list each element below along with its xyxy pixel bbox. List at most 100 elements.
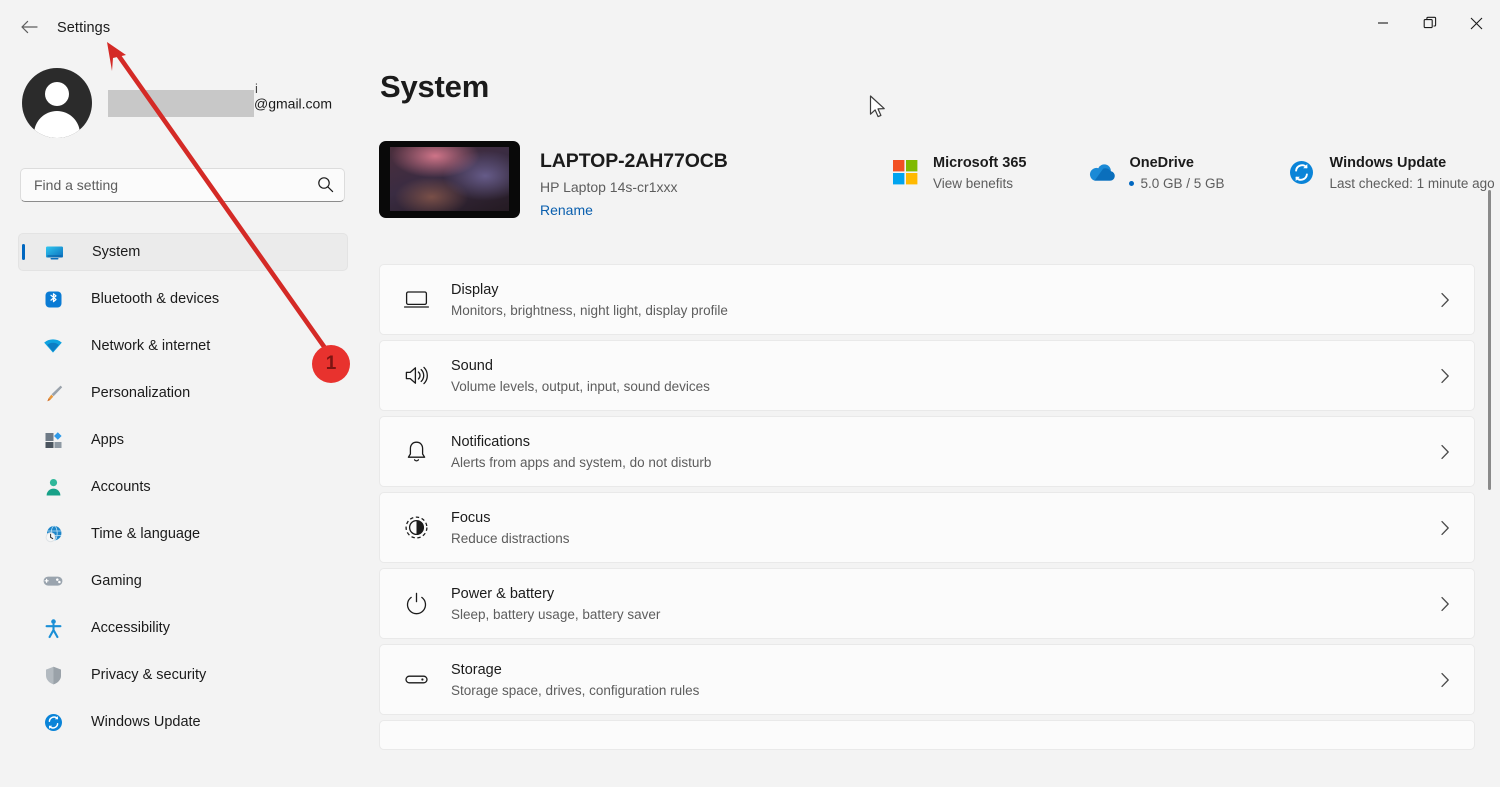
restore-button[interactable] (1406, 0, 1453, 46)
sidebar-item-label: Accessibility (91, 620, 170, 636)
laptop-wallpaper-thumbnail (379, 141, 520, 218)
status-card-subtitle: 5.0 GB / 5 GB (1129, 176, 1225, 191)
sync-refresh-icon (42, 711, 64, 733)
scrollbar-thumb[interactable] (1488, 190, 1491, 490)
sidebar-item-gaming[interactable]: Gaming (18, 562, 348, 600)
search-input[interactable] (20, 168, 345, 202)
main-content: System LAPTOP-2AH77OCB HP Laptop 14s-cr1… (366, 46, 1500, 787)
wifi-icon (42, 335, 64, 357)
redacted-name-block: i (108, 81, 258, 117)
chevron-right-icon (1440, 292, 1450, 313)
status-card-windows-update[interactable]: Windows Update Last checked: 1 minute ag… (1287, 154, 1495, 191)
sidebar-item-label: Network & internet (91, 338, 211, 354)
window-controls (1359, 0, 1500, 46)
minimize-icon (1377, 22, 1388, 24)
search-container (20, 168, 345, 202)
scrollbar[interactable] (1484, 134, 1496, 787)
shield-icon (42, 664, 64, 686)
sidebar-item-apps[interactable]: Apps (18, 421, 348, 459)
device-model: HP Laptop 14s-cr1xxx (540, 179, 678, 195)
sidebar-item-network-internet[interactable]: Network & internet (18, 327, 348, 365)
settings-row-focus[interactable]: Focus Reduce distractions (379, 492, 1475, 563)
back-button[interactable] (14, 14, 44, 40)
title-bar: Settings (0, 0, 1500, 46)
app-title: Settings (57, 20, 111, 36)
account-name-fragment: i (255, 80, 258, 96)
sidebar-item-bluetooth-devices[interactable]: Bluetooth & devices (18, 280, 348, 318)
sidebar-item-label: Time & language (91, 526, 201, 542)
sidebar-item-time-language[interactable]: Time & language (18, 515, 348, 553)
rename-link[interactable]: Rename (540, 202, 593, 218)
settings-row-title: Power & battery (451, 585, 555, 602)
sidebar-item-label: System (92, 244, 141, 260)
sidebar-item-accounts[interactable]: Accounts (18, 468, 348, 506)
sync-refresh-icon (1287, 158, 1317, 188)
sidebar-item-label: Gaming (91, 573, 142, 589)
settings-row-subtitle: Monitors, brightness, night light, displ… (451, 302, 728, 318)
focus-circle-icon (402, 514, 430, 542)
settings-row-sound[interactable]: Sound Volume levels, output, input, soun… (379, 340, 1475, 411)
bluetooth-icon (42, 288, 64, 310)
minimize-button[interactable] (1359, 0, 1406, 46)
settings-row-subtitle: Volume levels, output, input, sound devi… (451, 378, 710, 394)
bell-icon (402, 438, 430, 466)
settings-row-title: Storage (451, 661, 502, 678)
status-card-microsoft-365[interactable]: Microsoft 365 View benefits (890, 154, 1026, 191)
settings-list: Display Monitors, brightness, night ligh… (379, 264, 1475, 755)
avatar (22, 68, 92, 138)
settings-row-title: Focus (451, 509, 491, 526)
settings-row-notifications[interactable]: Notifications Alerts from apps and syste… (379, 416, 1475, 487)
sidebar-nav: System Bluetooth & devices Network & int… (18, 233, 348, 750)
account-block[interactable]: i @gmail.com (22, 68, 333, 138)
account-email-domain: @gmail.com (254, 95, 333, 111)
sidebar-item-windows-update[interactable]: Windows Update (18, 703, 348, 741)
person-icon (42, 476, 64, 498)
sidebar-item-label: Privacy & security (91, 667, 207, 683)
settings-row-power-battery[interactable]: Power & battery Sleep, battery usage, ba… (379, 568, 1475, 639)
settings-row-title: Notifications (451, 433, 530, 450)
monitor-icon (402, 286, 430, 314)
sidebar: i @gmail.com Find a setting System Bluet… (0, 46, 366, 787)
close-button[interactable] (1453, 0, 1500, 46)
drive-icon (402, 666, 430, 694)
clock-globe-icon (42, 523, 64, 545)
paintbrush-icon (42, 382, 64, 404)
status-card-title: Windows Update (1329, 155, 1447, 171)
sidebar-item-label: Windows Update (91, 714, 201, 730)
microsoft-logo-icon (890, 158, 920, 188)
status-card-title: OneDrive (1129, 155, 1194, 171)
back-arrow-icon (20, 20, 38, 34)
sidebar-item-label: Accounts (91, 479, 151, 495)
settings-row-subtitle: Reduce distractions (451, 530, 570, 546)
status-card-onedrive[interactable]: OneDrive 5.0 GB / 5 GB (1086, 154, 1225, 191)
status-card-subtitle: View benefits (933, 176, 1014, 191)
sidebar-item-personalization[interactable]: Personalization (18, 374, 348, 412)
settings-row-title: Display (451, 281, 499, 298)
sidebar-item-system[interactable]: System (18, 233, 348, 271)
page-title: System (380, 69, 490, 104)
sidebar-item-label: Apps (91, 432, 125, 448)
sidebar-item-accessibility[interactable]: Accessibility (18, 609, 348, 647)
settings-row-display[interactable]: Display Monitors, brightness, night ligh… (379, 264, 1475, 335)
close-icon (1470, 17, 1483, 29)
settings-row-title: Sound (451, 357, 493, 374)
accessibility-person-icon (42, 617, 64, 639)
device-screen-preview (390, 147, 509, 211)
settings-row-subtitle: Alerts from apps and system, do not dist… (451, 454, 712, 470)
settings-window: Settings i @gmail.com Find a setting Sys… (0, 0, 1500, 787)
settings-row-storage[interactable]: Storage Storage space, drives, configura… (379, 644, 1475, 715)
account-email: i @gmail.com (108, 81, 333, 117)
status-dot (1129, 180, 1135, 186)
chevron-right-icon (1440, 672, 1450, 693)
settings-row-partial[interactable] (379, 720, 1475, 750)
sidebar-item-privacy-security[interactable]: Privacy & security (18, 656, 348, 694)
restore-icon (1423, 16, 1436, 29)
system-monitor-icon (43, 241, 65, 263)
device-name: LAPTOP-2AH77OCB (540, 150, 728, 172)
chevron-right-icon (1440, 368, 1450, 389)
settings-row-subtitle: Storage space, drives, configuration rul… (451, 682, 700, 698)
power-icon (402, 590, 430, 618)
apps-grid-icon (42, 429, 64, 451)
status-card-subtitle: Last checked: 1 minute ago (1329, 176, 1495, 191)
onedrive-cloud-icon (1086, 158, 1116, 188)
